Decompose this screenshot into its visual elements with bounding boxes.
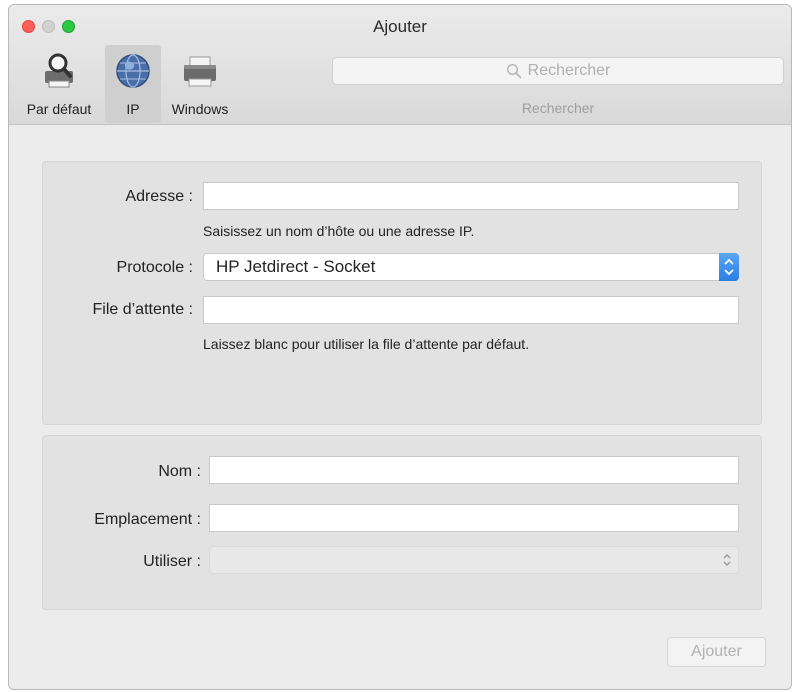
toolbar: Ajouter Par défaut IP Windows Rechercher… (9, 5, 791, 125)
protocol-value: HP Jetdirect - Socket (216, 257, 376, 276)
search-icon (506, 63, 521, 79)
protocol-stepper[interactable] (719, 253, 739, 281)
add-button[interactable]: Ajouter (667, 637, 766, 667)
protocol-label: Protocole : (116, 259, 193, 276)
window-title: Ajouter (373, 17, 427, 36)
location-label: Emplacement : (94, 511, 201, 528)
address-hint: Saisissez un nom d’hôte ou une adresse I… (203, 223, 475, 239)
search-placeholder: Rechercher (527, 62, 611, 79)
address-field[interactable] (203, 182, 739, 210)
tab-default[interactable]: Par défaut (13, 45, 105, 123)
queue-hint: Laissez blanc pour utiliser la file d’at… (203, 336, 530, 352)
chevron-updown-icon (723, 554, 731, 566)
printer-info-panel: Nom : Emplacement : Utiliser : (42, 435, 762, 610)
chevron-updown-icon (724, 258, 734, 276)
location-field[interactable] (209, 504, 739, 532)
tab-windows-label: Windows (171, 101, 229, 117)
use-label: Utiliser : (143, 553, 201, 570)
printer-magnifier-icon (45, 53, 73, 88)
protocol-select[interactable]: HP Jetdirect - Socket (203, 253, 739, 281)
tab-ip-label: IP (126, 101, 140, 117)
search-caption: Rechercher (521, 100, 595, 116)
connection-panel: Adresse : Saisissez un nom d’hôte ou une… (42, 161, 762, 425)
address-label: Adresse : (125, 188, 193, 205)
tab-default-label: Par défaut (26, 101, 92, 117)
tab-ip[interactable]: IP (105, 45, 161, 123)
use-select[interactable] (209, 546, 739, 574)
search-field[interactable]: Rechercher (332, 57, 784, 85)
add-printer-window: Ajouter Par défaut IP Windows Rechercher… (8, 4, 792, 690)
globe-icon (116, 54, 150, 88)
name-label: Nom : (158, 463, 201, 480)
queue-label: File d’attente : (92, 301, 194, 318)
queue-field[interactable] (203, 296, 739, 324)
printer-icon (184, 56, 216, 87)
tab-windows[interactable]: Windows (161, 45, 239, 123)
name-field[interactable] (209, 456, 739, 484)
